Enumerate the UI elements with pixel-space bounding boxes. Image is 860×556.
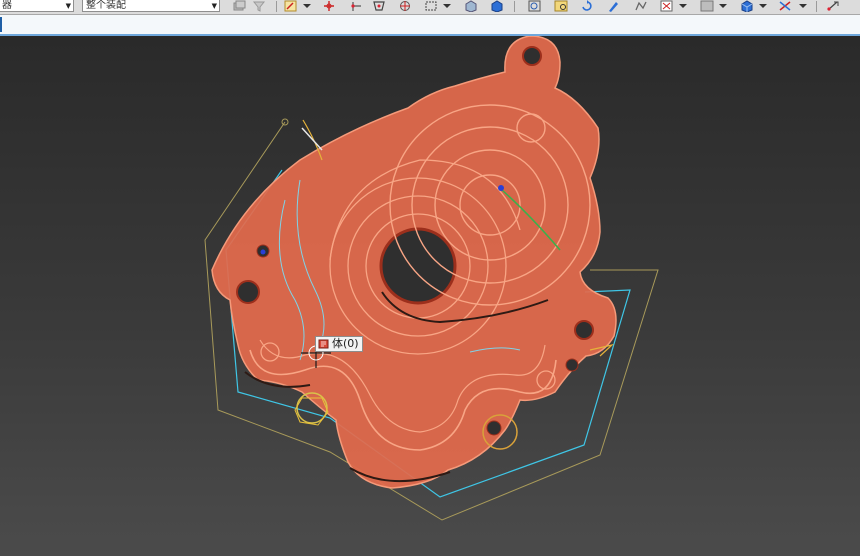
brush-icon[interactable] <box>606 0 620 12</box>
chevron-down-icon[interactable] <box>300 0 314 12</box>
main-toolbar: 器 ▼ 整个装配 ▼ <box>0 0 860 15</box>
chevron-down-icon[interactable] <box>756 0 770 12</box>
mounting-hole-lower-right <box>565 358 579 372</box>
wcs-marker-secondary <box>260 249 266 255</box>
select-face-icon[interactable] <box>284 0 298 12</box>
move-icon[interactable] <box>826 0 840 12</box>
sketch-icon[interactable] <box>634 0 648 12</box>
snap-point-icon[interactable] <box>322 0 336 12</box>
wcs-origin-marker <box>498 185 504 191</box>
mounting-hole-left <box>236 280 260 304</box>
rotate-view-icon[interactable] <box>580 0 594 12</box>
chevron-down-icon[interactable] <box>676 0 690 12</box>
filter-icon[interactable] <box>252 0 266 12</box>
axis-line-white <box>301 127 323 151</box>
snap-edge-icon[interactable] <box>350 0 364 12</box>
shaded-cube-icon[interactable] <box>740 0 754 12</box>
layer-icon[interactable] <box>232 0 246 12</box>
chevron-down-icon[interactable] <box>440 0 454 12</box>
cad-application: 器 ▼ 整个装配 ▼ 体(0) <box>0 0 860 556</box>
chevron-down-icon[interactable] <box>716 0 730 12</box>
graphics-viewport[interactable] <box>0 36 860 556</box>
view-box-icon[interactable] <box>490 0 504 12</box>
box-select-icon[interactable] <box>424 0 438 12</box>
text-caret <box>0 17 2 32</box>
left-combo-box[interactable]: 器 ▼ <box>0 0 74 12</box>
model-canvas[interactable] <box>0 36 860 556</box>
selection-tooltip: 体(0) <box>315 336 363 352</box>
selection-filter-icon[interactable] <box>660 0 674 12</box>
mounting-hole-right <box>574 320 594 340</box>
toolbar-separator <box>514 1 515 12</box>
chevron-down-icon[interactable]: ▼ <box>212 1 217 11</box>
main-bore-hole <box>379 227 457 305</box>
wcs-icon[interactable] <box>778 0 792 12</box>
tooltip-label: 体(0) <box>332 337 359 350</box>
left-combo-value: 器 <box>2 0 12 11</box>
command-input-bar[interactable] <box>0 15 860 36</box>
toolbar-separator <box>816 1 817 12</box>
view-solid-icon[interactable] <box>464 0 478 12</box>
lug-hole <box>522 46 542 66</box>
fit-view-icon[interactable] <box>554 0 568 12</box>
snap-center-icon[interactable] <box>398 0 412 12</box>
polygon-select-icon[interactable] <box>372 0 386 12</box>
body-icon <box>318 339 329 349</box>
chevron-down-icon[interactable]: ▼ <box>66 1 71 11</box>
assembly-scope-combo[interactable]: 整个装配 ▼ <box>82 0 220 12</box>
mounting-hole-bottom <box>486 420 502 436</box>
zoom-window-icon[interactable] <box>528 0 542 12</box>
toolbar-separator <box>276 1 277 12</box>
assembly-scope-value: 整个装配 <box>86 0 126 11</box>
color-swatch-icon[interactable] <box>700 0 714 12</box>
chevron-down-icon[interactable] <box>796 0 810 12</box>
